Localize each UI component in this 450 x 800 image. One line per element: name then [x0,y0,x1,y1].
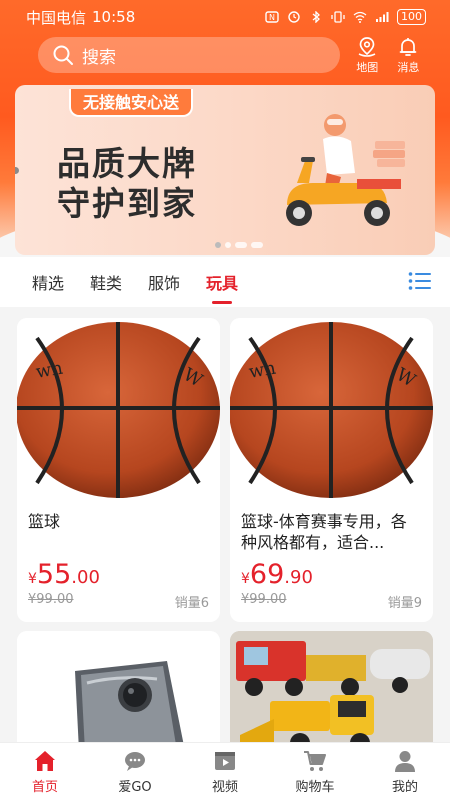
sales-count: 销量9 [387,596,422,611]
search-input[interactable]: 搜索 [38,37,340,73]
sales-count: 销量6 [174,596,209,611]
alarm-icon [288,11,300,23]
original-price: ¥99.00 [241,592,287,607]
map-pin-icon [358,36,376,57]
product-card[interactable] [230,631,433,751]
clock-text: 10:58 [92,8,136,26]
product-price: ¥ 69 .90 [230,559,433,590]
nav-home-label: 首页 [31,779,58,795]
banner-dot [251,242,263,248]
price-decimal: .00 [71,567,100,588]
bluetooth-icon [312,11,320,23]
banner-tag: 无接触安心送 [69,89,194,117]
message-label: 消息 [397,60,420,74]
product-card[interactable] [17,631,220,751]
nav-aigo-label: 爱GO [118,779,152,795]
chat-icon [125,751,145,771]
product-image-basketball: wn W [17,318,220,498]
tab-shoes[interactable]: 鞋类 [90,270,122,294]
nav-cart[interactable]: 购物车 [270,743,360,800]
foldable-phone-icon [75,661,185,751]
product-card[interactable]: wn W 篮球-体育赛事专用，各种风格都有，适合... ¥ 69 .90 ¥99… [230,318,433,622]
price-integer: 69 [249,559,285,590]
price-integer: 55 [36,559,72,590]
status-bar: 中国电信 10:58 N 100 [0,0,450,34]
tab-clothing[interactable]: 服饰 [148,270,180,294]
message-button[interactable]: 消息 [389,36,428,75]
map-label: 地图 [356,60,379,74]
nfc-icon: N [265,11,279,23]
product-name: 篮球-体育赛事专用，各种风格都有，适合... [241,512,407,552]
battery-indicator: 100 [397,9,426,25]
product-price: ¥ 55 .00 [17,559,220,590]
tab-featured[interactable]: 精选 [32,270,64,294]
wifi-icon [353,11,367,23]
category-tabs: 精选 鞋类 服饰 玩具 [0,257,450,307]
nav-video[interactable]: 视频 [180,743,270,800]
nav-profile-label: 我的 [391,779,418,795]
product-card[interactable]: wn W 篮球 ¥ 55 .00 ¥99.00 销量6 [17,318,220,622]
delivery-scooter-illustration [286,114,405,226]
bottom-navigation: 首页 爱GO 视频 购物车 我的 [0,742,450,800]
banner-dot [225,242,231,248]
nav-profile[interactable]: 我的 [360,743,450,800]
bell-icon [400,37,417,56]
toy-trucks-icon [230,631,433,751]
currency-symbol: ¥ [241,571,250,587]
banner-edge-dot [15,167,19,174]
product-image-foldable-phone [17,631,220,751]
tab-toys[interactable]: 玩具 [206,270,238,294]
home-icon [35,750,55,771]
basketball-icon: wn W [230,322,433,498]
search-row: 搜索 地图 消息 [38,36,428,74]
carrier-text: 中国电信 [26,8,87,27]
banner-dot [235,242,247,248]
promo-banner[interactable]: 无接触安心送 品质大牌 守护到家 [15,85,435,255]
search-placeholder: 搜索 [82,47,116,68]
video-icon [215,751,235,770]
banner-pagination [215,242,263,248]
user-icon [395,750,415,772]
search-icon [53,45,73,65]
basketball-icon: wn W [17,322,220,498]
signal-icon [376,12,389,22]
map-button[interactable]: 地图 [348,36,387,75]
vibrate-icon [331,11,345,23]
product-name: 篮球 [28,512,61,531]
product-image-toy-trucks [230,631,433,751]
price-decimal: .90 [284,567,313,588]
cart-icon [304,750,326,771]
svg-text:N: N [269,13,275,22]
banner-headline-2: 守护到家 [57,184,197,223]
original-price: ¥99.00 [28,592,74,607]
product-image-basketball: wn W [230,318,433,498]
currency-symbol: ¥ [28,571,37,587]
list-view-icon[interactable] [408,271,432,291]
nav-aigo[interactable]: 爱GO [90,743,180,800]
nav-home[interactable]: 首页 [0,743,90,800]
banner-dot [215,242,221,248]
nav-cart-label: 购物车 [295,779,335,795]
nav-video-label: 视频 [211,779,238,795]
